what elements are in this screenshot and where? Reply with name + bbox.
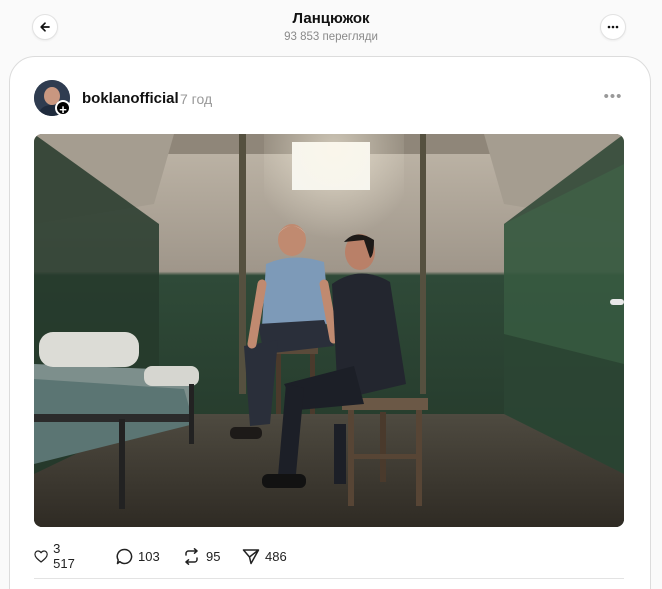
repost-icon xyxy=(185,547,198,565)
heart-icon xyxy=(34,549,48,563)
post-timestamp[interactable]: 7 год xyxy=(180,91,212,107)
speech-bubble-icon xyxy=(116,548,133,564)
send-icon xyxy=(242,548,260,564)
like-button[interactable]: 3 517 xyxy=(34,541,79,571)
more-options-button[interactable] xyxy=(600,14,626,40)
like-count: 3 517 xyxy=(53,541,75,571)
top-bar: Ланцюжок 93 853 перегляди xyxy=(0,0,662,56)
thread-page: Ланцюжок 93 853 перегляди + boklanoffici… xyxy=(0,0,662,589)
page-title: Ланцюжок xyxy=(292,10,370,27)
repost-count: 95 xyxy=(206,548,221,564)
more-horizontal-icon xyxy=(607,25,619,29)
post-username[interactable]: boklanofficial xyxy=(82,90,179,107)
reply-button[interactable]: 103 xyxy=(116,546,160,566)
follow-plus-icon[interactable]: + xyxy=(55,100,71,117)
prison-cell-photo xyxy=(34,134,624,527)
view-count: 93 853 перегляди xyxy=(284,31,378,43)
share-button[interactable]: 486 xyxy=(242,546,287,566)
post-image[interactable] xyxy=(34,134,624,527)
post-more-icon[interactable]: ••• xyxy=(602,89,624,106)
share-count: 486 xyxy=(265,548,287,564)
post-divider xyxy=(34,578,624,579)
repost-button[interactable]: 95 xyxy=(182,546,220,566)
reply-count: 103 xyxy=(138,548,160,564)
